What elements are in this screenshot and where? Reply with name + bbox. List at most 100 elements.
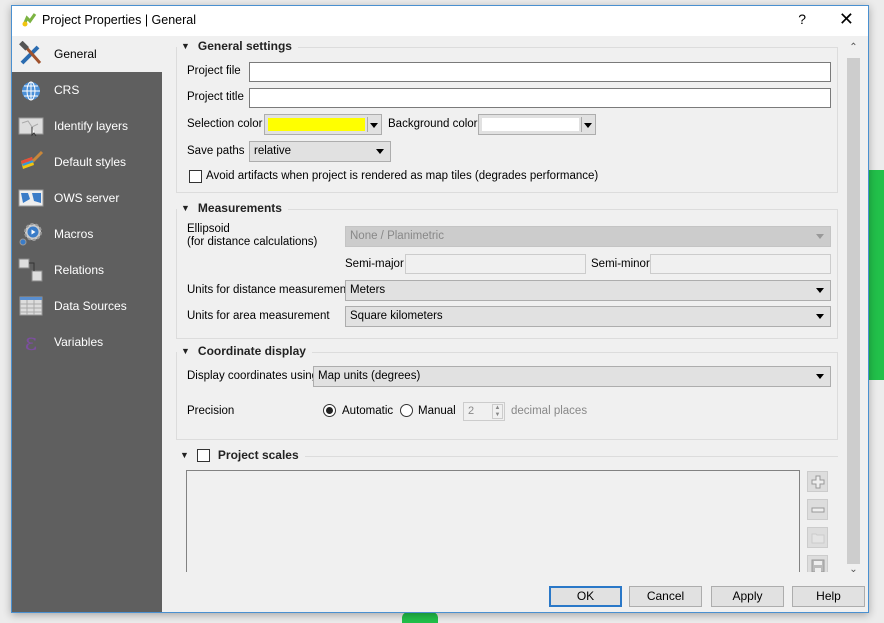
add-icon	[811, 475, 824, 488]
display-coordinates-label: Display coordinates using	[187, 370, 319, 382]
chevron-down-icon	[584, 123, 592, 128]
collapse-triangle-icon[interactable]: ▼	[181, 41, 190, 51]
automatic-label: Automatic	[342, 405, 394, 417]
chevron-down-icon	[816, 288, 824, 293]
sidebar-item-label: OWS server	[54, 191, 120, 205]
collapse-triangle-icon[interactable]: ▼	[180, 450, 189, 460]
ellipsoid-value: None / Planimetric	[350, 230, 444, 242]
save-icon	[811, 559, 824, 572]
sidebar-item-default-styles[interactable]: Default styles	[12, 144, 162, 180]
chevron-down-icon	[816, 234, 824, 239]
project-properties-dialog: Project Properties | General ? ✕ General…	[11, 5, 869, 613]
chevron-down-icon[interactable]: ⌄	[845, 564, 862, 580]
area-units-value: Square kilometers	[350, 310, 443, 322]
sidebar-item-relations[interactable]: Relations	[12, 252, 162, 288]
sidebar-item-crs[interactable]: CRS	[12, 72, 162, 108]
sidebar-item-label: Data Sources	[54, 299, 127, 313]
globe-icon	[18, 77, 44, 103]
relations-table-icon	[18, 257, 44, 283]
sidebar-item-variables[interactable]: ε Variables	[12, 324, 162, 360]
project-scales-checkbox[interactable]	[196, 448, 210, 462]
semi-major-input[interactable]	[405, 254, 586, 274]
selection-color-label: Selection color	[187, 118, 263, 130]
measurements-group: ▼ Measurements Ellipsoid (for distance c…	[176, 201, 838, 339]
sidebar-item-label: Identify layers	[54, 119, 129, 133]
area-units-select[interactable]: Square kilometers	[345, 306, 831, 327]
group-header[interactable]: ▼ General settings	[177, 39, 298, 53]
project-title-label: Project title	[187, 91, 244, 103]
add-scale-button[interactable]	[807, 471, 828, 492]
close-icon[interactable]: ✕	[839, 9, 854, 30]
import-scales-button[interactable]	[807, 527, 828, 548]
area-units-label: Units for area measurement	[187, 310, 330, 322]
ellipsoid-select[interactable]: None / Planimetric	[345, 226, 831, 247]
group-header[interactable]: ▼ Measurements	[177, 201, 288, 215]
save-paths-label: Save paths	[187, 145, 245, 157]
group-header[interactable]: ▼ Project scales	[176, 448, 305, 462]
sidebar-item-general[interactable]: General	[12, 36, 162, 72]
sidebar: General CRS Identify layers Default styl…	[12, 36, 162, 612]
ok-button[interactable]: OK	[549, 586, 622, 607]
collapse-triangle-icon[interactable]: ▼	[181, 203, 190, 213]
selection-color-swatch	[268, 118, 365, 131]
group-header[interactable]: ▼ Coordinate display	[177, 344, 312, 358]
precision-label: Precision	[187, 405, 235, 417]
background-color-swatch	[482, 118, 579, 131]
save-scales-button[interactable]	[807, 555, 828, 572]
manual-radio[interactable]	[400, 404, 413, 417]
group-title: General settings	[197, 39, 292, 53]
avoid-artifacts-label: Avoid artifacts when project is rendered…	[206, 170, 599, 182]
distance-units-select[interactable]: Meters	[345, 280, 831, 301]
cancel-button[interactable]: Cancel	[629, 586, 702, 607]
distance-units-label: Units for distance measurement	[187, 284, 350, 296]
display-coordinates-value: Map units (degrees)	[318, 370, 421, 382]
project-title-input[interactable]	[249, 88, 831, 108]
vertical-scrollbar[interactable]: ⌃ ⌄	[845, 42, 862, 580]
decimal-places-spinbox[interactable]: 2 ▲ ▼	[463, 402, 505, 421]
group-title: Measurements	[197, 201, 282, 215]
window-title: Project Properties | General	[42, 13, 197, 27]
help-icon[interactable]: ?	[798, 11, 806, 27]
distance-units-value: Meters	[350, 284, 386, 296]
sidebar-item-label: Variables	[54, 335, 104, 349]
sidebar-item-label: General	[54, 47, 97, 61]
apply-button[interactable]: Apply	[711, 586, 784, 607]
automatic-radio[interactable]	[323, 404, 336, 417]
semi-major-label: Semi-major	[345, 258, 404, 270]
sidebar-item-label: Macros	[54, 227, 94, 241]
avoid-artifacts-checkbox[interactable]	[189, 170, 202, 183]
selection-color-button[interactable]	[264, 114, 382, 135]
project-file-input[interactable]	[249, 62, 831, 82]
sidebar-item-identify-layers[interactable]: Identify layers	[12, 108, 162, 144]
divider	[367, 117, 368, 132]
collapse-triangle-icon[interactable]: ▼	[181, 346, 190, 356]
project-scales-group: ▼ Project scales	[176, 448, 838, 572]
sidebar-item-ows-server[interactable]: OWS server	[12, 180, 162, 216]
help-button[interactable]: Help	[792, 586, 865, 607]
qgis-logo-icon	[22, 13, 37, 27]
semi-minor-input[interactable]	[650, 254, 831, 274]
scrollbar-thumb[interactable]	[847, 58, 860, 564]
sidebar-item-data-sources[interactable]: Data Sources	[12, 288, 162, 324]
ows-map-icon	[18, 185, 44, 211]
chevron-up-icon[interactable]: ⌃	[845, 42, 862, 58]
project-scales-list[interactable]	[186, 470, 800, 572]
display-coordinates-select[interactable]: Map units (degrees)	[313, 366, 831, 387]
sidebar-item-label: CRS	[54, 83, 80, 97]
decimal-places-label: decimal places	[511, 405, 588, 417]
divider	[581, 117, 582, 132]
spin-arrows-icon[interactable]: ▲ ▼	[492, 404, 503, 419]
map-land-feature	[402, 612, 438, 623]
group-title: Project scales	[217, 448, 299, 462]
folder-icon	[811, 533, 824, 543]
sidebar-item-macros[interactable]: Macros	[12, 216, 162, 252]
project-file-label: Project file	[187, 65, 241, 77]
ellipsoid-sublabel: (for distance calculations)	[187, 236, 318, 248]
sidebar-item-label: Relations	[54, 263, 105, 277]
chevron-down-icon	[816, 374, 824, 379]
save-paths-select[interactable]: relative	[249, 141, 391, 162]
background-color-button[interactable]	[478, 114, 596, 135]
remove-icon	[811, 507, 824, 512]
table-icon	[18, 293, 44, 319]
remove-scale-button[interactable]	[807, 499, 828, 520]
